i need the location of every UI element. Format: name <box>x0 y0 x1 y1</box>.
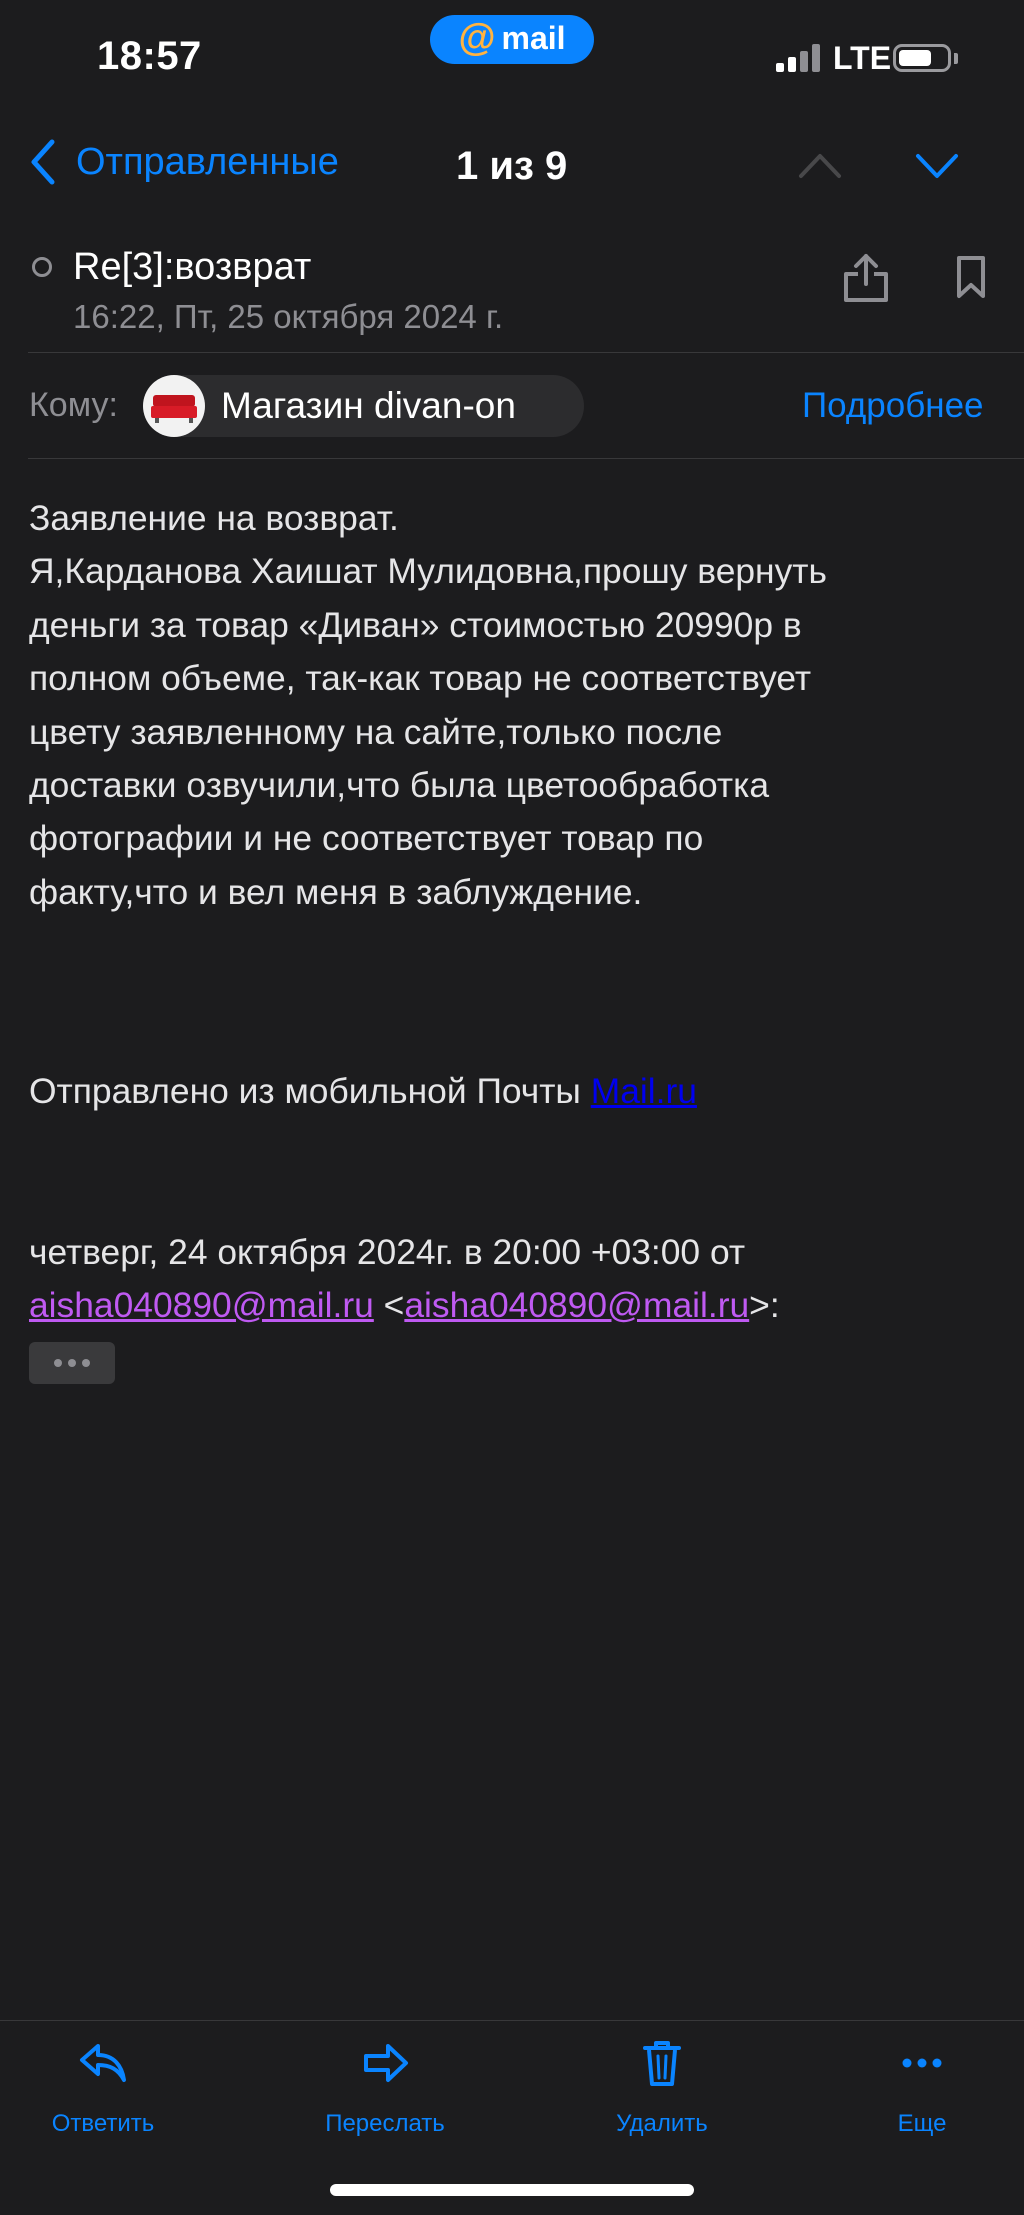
quote-sender-line: aisha040890@mail.ru <aisha040890@mail.ru… <box>29 1285 780 1325</box>
status-bar: 18:57 @ mail LTE <box>0 0 1024 110</box>
recipient-divider <box>28 458 1024 459</box>
network-type: LTE <box>833 40 892 76</box>
more-label: Еще <box>897 2110 947 2137</box>
toolbar-divider <box>0 2020 1024 2021</box>
quote-sender-email-link[interactable]: aisha040890@mail.ru <box>29 1285 374 1325</box>
share-icon[interactable] <box>842 252 890 304</box>
quote-header-text: четверг, 24 октября 2024г. в 20:00 +03:0… <box>29 1232 746 1272</box>
to-label: Кому: <box>29 386 118 424</box>
avatar <box>143 375 205 437</box>
delete-button[interactable]: Удалить <box>597 2038 727 2138</box>
message-counter: 1 из 9 <box>456 144 568 188</box>
message-date: 16:22, Пт, 25 октября 2024 г. <box>73 298 504 335</box>
navigation-bar: Отправленные 1 из 9 <box>0 120 1024 210</box>
signature-text: Отправлено из мобильной Почты <box>29 1071 591 1111</box>
trash-icon <box>643 2041 681 2086</box>
ellipsis-dot <box>82 1359 90 1367</box>
header-divider <box>28 352 1024 353</box>
body-line: фотографии и не соответствует товар по <box>29 818 704 859</box>
forward-icon <box>364 2044 408 2082</box>
body-line: Я,Карданова Хаишат Мулидовна,прошу верну… <box>29 551 827 592</box>
at-sign-logo: @ <box>458 16 496 59</box>
next-message-chevron-down-icon[interactable] <box>914 150 960 180</box>
details-link[interactable]: Подробнее <box>802 386 984 426</box>
back-label: Отправленные <box>76 140 339 183</box>
delete-label: Удалить <box>616 2110 708 2137</box>
more-ellipsis-icon <box>902 2058 942 2068</box>
signature: Отправлено из мобильной Почты Mail.ru <box>29 1071 697 1112</box>
mailru-link[interactable]: Mail.ru <box>591 1071 697 1111</box>
message-body: Заявление на возврат. Я,Карданова Хаишат… <box>29 492 1004 919</box>
signal-strength-icon <box>776 44 822 72</box>
body-line: Заявление на возврат. <box>29 498 399 538</box>
battery-icon <box>893 44 951 72</box>
forward-button[interactable]: Переслать <box>320 2038 450 2138</box>
message-subject: Re[3]:возврат <box>73 246 312 288</box>
body-line: полном объеме, так-как товар не соответс… <box>29 658 812 699</box>
home-indicator[interactable] <box>330 2184 694 2196</box>
reply-icon <box>80 2044 126 2082</box>
ellipsis-dot <box>68 1359 76 1367</box>
mail-app-label: mail <box>501 19 566 56</box>
body-line: деньги за товар «Диван» стоимостью 20990… <box>29 604 802 645</box>
expand-quote-button[interactable] <box>29 1342 115 1384</box>
previous-message-chevron-up-icon[interactable] <box>797 150 843 180</box>
status-time: 18:57 <box>97 34 202 78</box>
recipient-name: Магазин divan-on <box>221 385 516 426</box>
read-status-indicator[interactable] <box>32 257 52 277</box>
reply-label: Ответить <box>51 2110 155 2137</box>
quote-sender-email-link-bracketed[interactable]: aisha040890@mail.ru <box>404 1285 749 1325</box>
body-line: цвету заявленному на сайте,только после <box>29 711 723 752</box>
bookmark-icon[interactable] <box>956 255 986 299</box>
recipient-chip[interactable]: Магазин divan-on <box>143 375 584 437</box>
ellipsis-dot <box>54 1359 62 1367</box>
forward-label: Переслать <box>325 2110 445 2137</box>
mail-app-pill[interactable]: @ mail <box>430 15 594 64</box>
chevron-left-icon <box>31 139 55 185</box>
battery-tip <box>954 53 958 64</box>
back-button[interactable]: Отправленные <box>28 138 339 186</box>
body-line: доставки озвучили,что была цветообработк… <box>29 765 770 806</box>
more-button[interactable]: Еще <box>857 2038 987 2138</box>
reply-button[interactable]: Ответить <box>38 2038 168 2138</box>
body-line: факту,что и вел меня в заблуждение. <box>29 871 643 912</box>
quote-header: четверг, 24 октября 2024г. в 20:00 +03:0… <box>29 1226 780 1332</box>
